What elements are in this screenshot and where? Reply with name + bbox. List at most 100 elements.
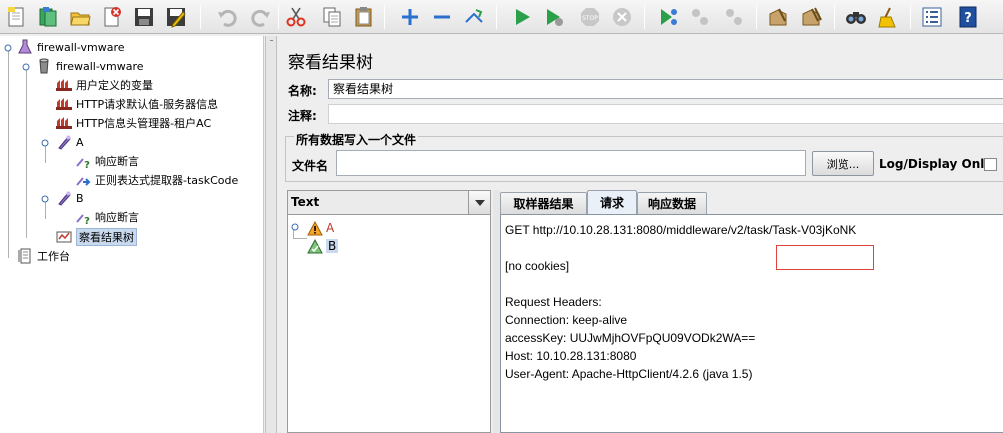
remote-start-icon[interactable] bbox=[654, 3, 682, 31]
tab-request[interactable]: 请求 bbox=[587, 190, 637, 214]
tree-node-test-plan[interactable]: firewall-vmware bbox=[16, 38, 125, 56]
tree-node-assertion-b[interactable]: ? 响应断言 bbox=[74, 208, 139, 226]
config-element-icon bbox=[55, 96, 73, 112]
test-plan-tree: firewall-vmware firewall-vmware 用户定义的变量 … bbox=[0, 36, 264, 433]
workbench-icon bbox=[16, 248, 34, 264]
expand-handle-icon[interactable] bbox=[291, 223, 299, 231]
log-display-label: Log/Display Only: bbox=[879, 157, 997, 171]
redo-icon[interactable] bbox=[246, 3, 274, 31]
tree-node-regex-extractor[interactable]: 正则表达式提取器-taskCode bbox=[74, 171, 238, 189]
tree-node-user-defined-variables[interactable]: 用户定义的变量 bbox=[55, 76, 153, 94]
tree-node-http-defaults[interactable]: HTTP请求默认值-服务器信息 bbox=[55, 95, 218, 113]
name-label: 名称: bbox=[288, 84, 317, 98]
clear-icon[interactable] bbox=[764, 3, 792, 31]
tree-node-assertion-a[interactable]: ? 响应断言 bbox=[74, 152, 139, 170]
remote-stop-icon[interactable] bbox=[686, 3, 714, 31]
undo-icon[interactable] bbox=[214, 3, 242, 31]
header-line: accessKey: UUJwMjhOVFpQU09VODk2WA== bbox=[505, 331, 756, 345]
test-plan-icon bbox=[16, 39, 34, 55]
request-line: GET http://10.10.28.131:8080/middleware/… bbox=[505, 223, 857, 237]
help-icon[interactable]: ? bbox=[954, 3, 982, 31]
highlight-box bbox=[776, 245, 874, 270]
config-element-icon bbox=[55, 115, 73, 131]
renderer-value: Text bbox=[291, 195, 320, 209]
tree-node-label: 工作台 bbox=[37, 250, 70, 263]
tree-node-label: HTTP请求默认值-服务器信息 bbox=[76, 98, 219, 111]
name-field[interactable]: 察看结果树 bbox=[328, 79, 1003, 99]
tree-node-label: 响应断言 bbox=[95, 155, 139, 168]
search-icon[interactable] bbox=[842, 3, 870, 31]
open-icon[interactable] bbox=[66, 3, 94, 31]
config-element-icon bbox=[55, 77, 73, 93]
copy-icon[interactable] bbox=[318, 3, 346, 31]
sample-results-pane: Text A B bbox=[287, 190, 491, 433]
expand-handle-icon[interactable] bbox=[22, 63, 30, 71]
sampler-icon bbox=[55, 190, 73, 206]
svg-text:?: ? bbox=[964, 11, 972, 26]
success-icon bbox=[307, 238, 323, 253]
start-no-pauses-icon[interactable] bbox=[540, 3, 568, 31]
renderer-select[interactable]: Text bbox=[288, 191, 490, 215]
reset-search-icon[interactable] bbox=[874, 3, 902, 31]
tree-node-label: HTTP信息头管理器-租户AC bbox=[76, 117, 212, 130]
cut-icon[interactable] bbox=[282, 3, 310, 31]
header-line: User-Agent: Apache-HttpClient/4.2.6 (jav… bbox=[505, 367, 753, 381]
tree-node-label: B bbox=[76, 191, 84, 205]
toolbar: STOP ? bbox=[0, 0, 1003, 34]
save-as-icon[interactable] bbox=[162, 3, 190, 31]
sample-item-a[interactable]: A bbox=[307, 219, 334, 237]
shutdown-icon[interactable] bbox=[608, 3, 636, 31]
listener-icon bbox=[55, 229, 73, 245]
tree-node-label: firewall-vmware bbox=[56, 59, 144, 73]
browse-button[interactable]: 浏览... bbox=[812, 151, 874, 176]
tree-node-label: 用户定义的变量 bbox=[76, 79, 153, 92]
function-helper-icon[interactable] bbox=[918, 3, 946, 31]
sample-label: B bbox=[326, 239, 339, 253]
remote-stop-all-icon[interactable] bbox=[720, 3, 748, 31]
comment-field[interactable] bbox=[328, 104, 1003, 124]
expand-handle-icon[interactable] bbox=[4, 44, 12, 52]
tree-node-label: firewall-vmware bbox=[37, 40, 125, 54]
svg-text:?: ? bbox=[84, 216, 90, 225]
toggle-icon[interactable] bbox=[460, 3, 488, 31]
tab-sampler-result[interactable]: 取样器结果 bbox=[500, 192, 587, 214]
tree-node-label: 察看结果树 bbox=[76, 228, 137, 246]
collapse-icon[interactable] bbox=[428, 3, 456, 31]
page-title: 察看结果树 bbox=[288, 53, 373, 73]
request-text-area[interactable]: GET http://10.10.28.131:8080/middleware/… bbox=[500, 214, 1003, 433]
filename-field[interactable] bbox=[336, 150, 806, 176]
tab-response-data[interactable]: 响应数据 bbox=[637, 192, 707, 214]
extractor-icon bbox=[74, 172, 92, 188]
tree-node-thread-group[interactable]: firewall-vmware bbox=[35, 57, 144, 75]
save-icon[interactable] bbox=[130, 3, 158, 31]
filename-label: 文件名 bbox=[292, 159, 329, 173]
svg-text:STOP: STOP bbox=[582, 15, 598, 22]
tree-node-sampler-b[interactable]: B bbox=[55, 189, 84, 207]
sample-label: A bbox=[326, 221, 335, 235]
sampler-icon bbox=[55, 134, 73, 150]
stop-icon[interactable]: STOP bbox=[576, 3, 604, 31]
sample-item-b[interactable]: B bbox=[307, 237, 339, 255]
results-panel: 察看结果树 名称: 察看结果树 注释: 所有数据写入一个文件 文件名 浏览...… bbox=[278, 36, 1003, 433]
expand-icon[interactable] bbox=[396, 3, 424, 31]
results-splitter[interactable] bbox=[493, 190, 500, 433]
templates-icon[interactable] bbox=[34, 3, 62, 31]
panel-splitter[interactable] bbox=[265, 36, 277, 433]
clear-all-icon[interactable] bbox=[798, 3, 826, 31]
cookies-line: [no cookies] bbox=[505, 259, 570, 273]
tree-node-sampler-a[interactable]: A bbox=[55, 133, 84, 151]
close-icon[interactable] bbox=[98, 3, 126, 31]
log-display-checkbox[interactable] bbox=[984, 158, 997, 171]
svg-text:?: ? bbox=[84, 160, 90, 169]
start-icon[interactable] bbox=[508, 3, 536, 31]
tree-node-workbench[interactable]: 工作台 bbox=[16, 247, 70, 265]
chevron-down-icon[interactable] bbox=[468, 191, 490, 214]
paste-icon[interactable] bbox=[350, 3, 378, 31]
new-icon[interactable] bbox=[2, 3, 30, 31]
expand-handle-icon[interactable] bbox=[41, 195, 49, 203]
header-line: Connection: keep-alive bbox=[505, 313, 628, 327]
tree-node-header-manager[interactable]: HTTP信息头管理器-租户AC bbox=[55, 114, 211, 132]
expand-handle-icon[interactable] bbox=[41, 139, 49, 147]
thread-group-icon bbox=[35, 58, 53, 74]
tree-node-view-results-tree[interactable]: 察看结果树 bbox=[55, 228, 137, 246]
